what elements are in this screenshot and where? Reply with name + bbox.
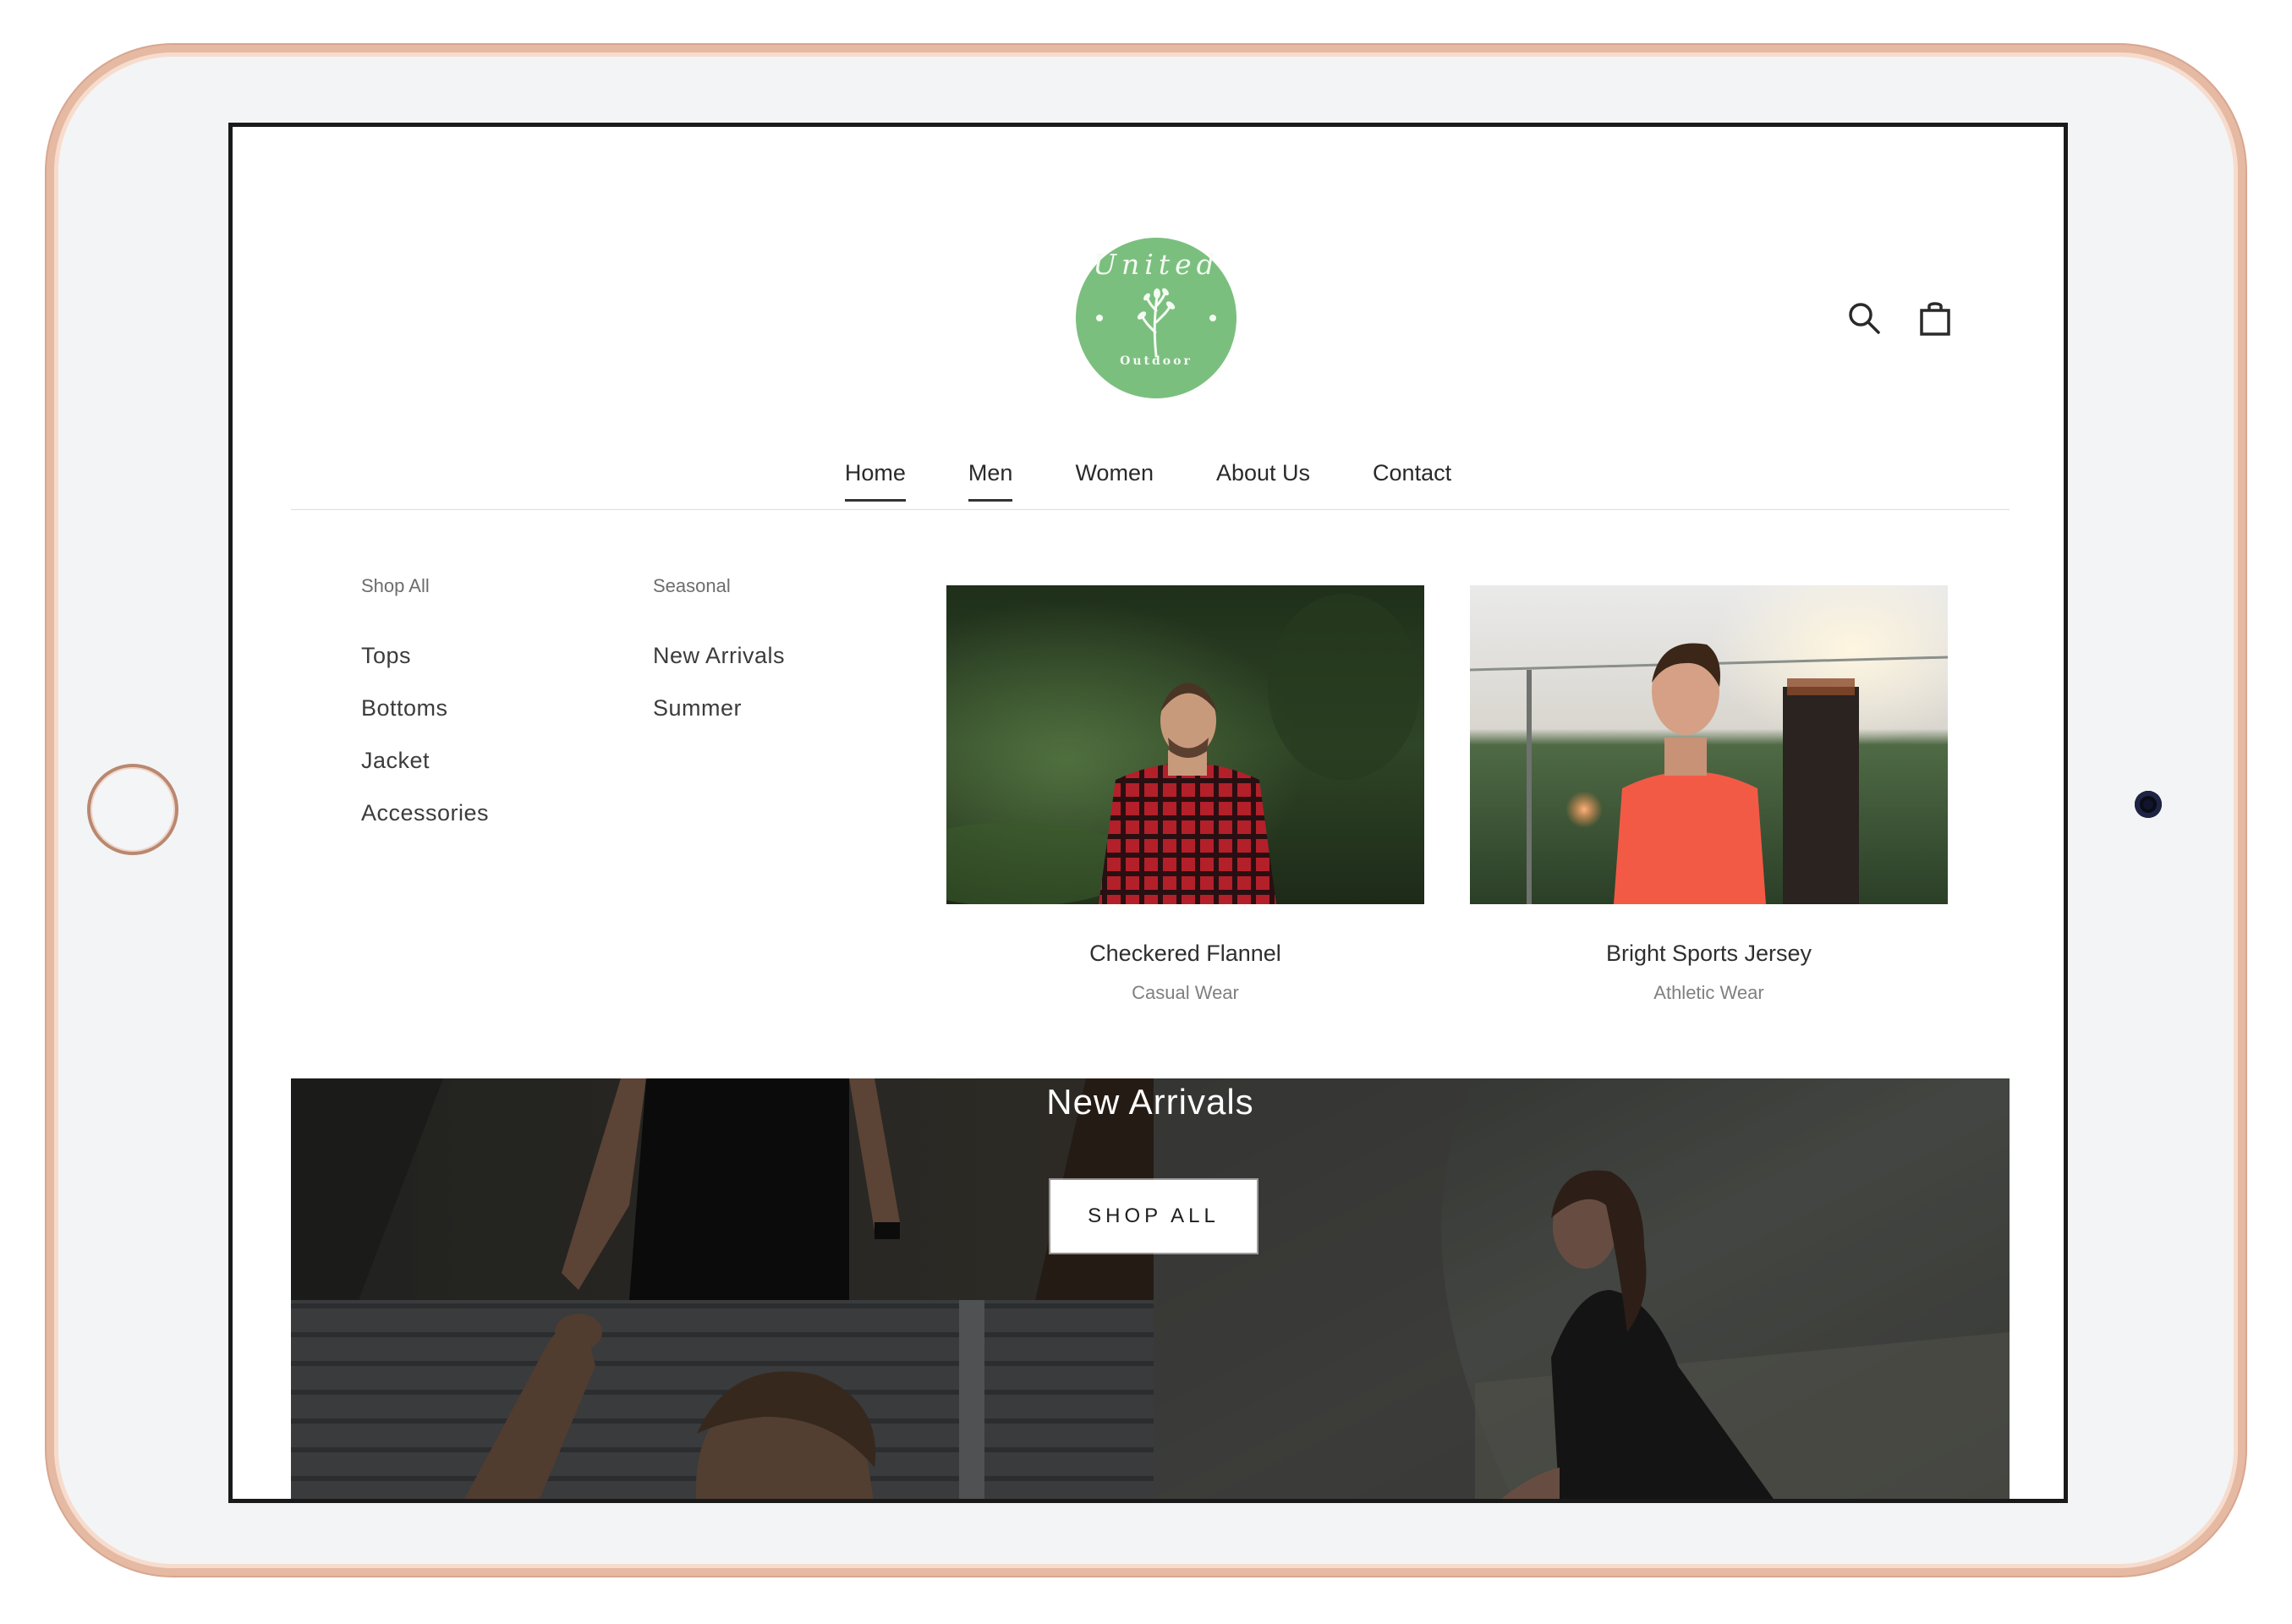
nav-active-underline	[844, 499, 906, 502]
logo-word-bottom: Outdoor	[1120, 354, 1193, 368]
main-nav: Home Men Women About Us Contact	[233, 453, 2064, 502]
nav-item-home[interactable]: Home	[814, 453, 937, 502]
nav-label: Contact	[1373, 460, 1452, 486]
shop-all-button[interactable]: SHOP ALL	[1050, 1180, 1257, 1253]
product-name[interactable]: Bright Sports Jersey	[1470, 938, 1948, 968]
hero-banner: New Arrivals SHOP ALL	[291, 1078, 2010, 1499]
nav-divider	[291, 509, 2010, 510]
menu-link-tops[interactable]: Tops	[361, 629, 489, 682]
product-image[interactable]	[946, 585, 1424, 904]
column-title: Shop All	[361, 575, 430, 596]
shopping-bag-icon[interactable]	[1917, 300, 1953, 336]
camera-icon	[2135, 791, 2162, 818]
leaf-icon	[1096, 288, 1216, 358]
nav-item-men[interactable]: Men	[937, 453, 1045, 502]
product-name[interactable]: Checkered Flannel	[946, 938, 1424, 968]
menu-column-shop-all: Shop All Tops Bottoms Jacket Accessories	[361, 573, 489, 839]
product-category: Athletic Wear	[1653, 982, 1764, 1003]
home-button[interactable]	[87, 764, 178, 855]
menu-link-bottoms[interactable]: Bottoms	[361, 682, 489, 734]
nav-label: Men	[968, 460, 1013, 486]
hero-image	[291, 1078, 2010, 1499]
product-card[interactable]: Checkered Flannel Casual Wear	[946, 585, 1424, 1006]
nav-active-underline	[968, 499, 1013, 502]
hero-title: New Arrivals	[1046, 1082, 1254, 1122]
product-category: Casual Wear	[1132, 982, 1239, 1003]
nav-item-women[interactable]: Women	[1044, 453, 1185, 502]
menu-column-seasonal: Seasonal New Arrivals Summer	[653, 573, 785, 734]
column-title: Seasonal	[653, 575, 731, 596]
nav-label: Home	[844, 460, 906, 486]
nav-item-contact[interactable]: Contact	[1341, 453, 1483, 502]
nav-label: About Us	[1215, 460, 1311, 486]
brand-logo[interactable]: United Outdoor	[1076, 238, 1236, 398]
menu-link-accessories[interactable]: Accessories	[361, 787, 489, 839]
product-card[interactable]: Bright Sports Jersey Athletic Wear	[1470, 585, 1948, 1006]
header-icons	[1846, 300, 1953, 336]
menu-link-new-arrivals[interactable]: New Arrivals	[653, 629, 785, 682]
product-image[interactable]	[1470, 585, 1948, 904]
nav-label: Women	[1075, 460, 1154, 486]
menu-link-summer[interactable]: Summer	[653, 682, 785, 734]
screen: United Outdoor Home Men Women About Us C…	[228, 123, 2068, 1503]
menu-link-jacket[interactable]: Jacket	[361, 734, 489, 787]
nav-item-about-us[interactable]: About Us	[1185, 453, 1341, 502]
search-icon[interactable]	[1846, 300, 1882, 336]
